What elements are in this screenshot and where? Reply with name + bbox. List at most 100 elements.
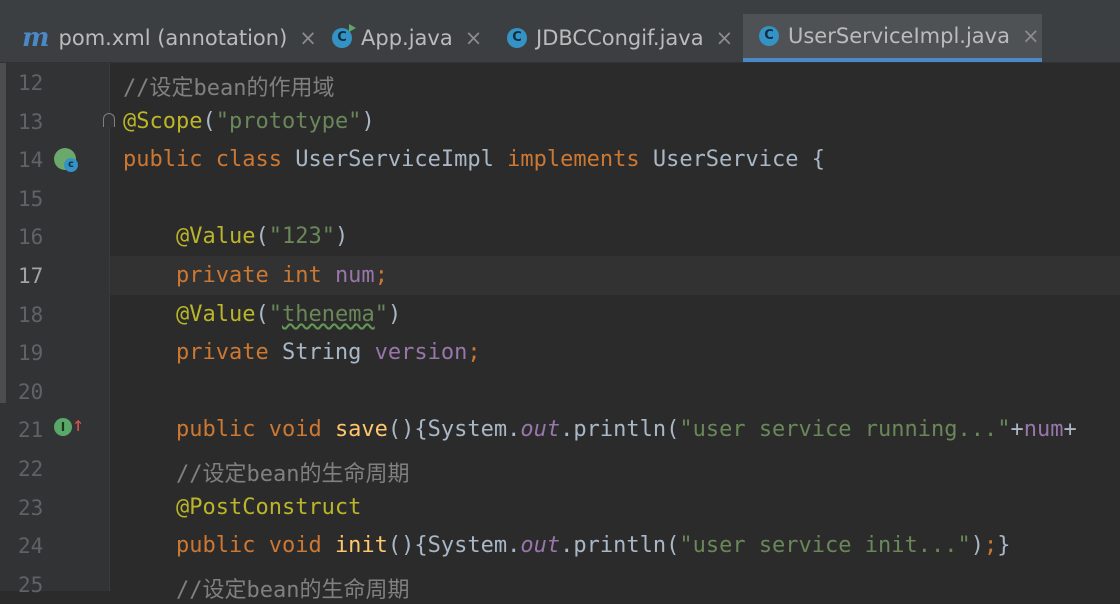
code-token: @PostConstruct [175, 494, 362, 520]
close-icon[interactable]: × [716, 26, 734, 50]
code-line[interactable]: 24 public void init(){System.out.println… [0, 526, 1120, 565]
code-token: .println( [560, 417, 680, 443]
code-token: out [520, 533, 561, 559]
tab-label: pom.xml (annotation) [58, 26, 288, 50]
code-token: ( [255, 301, 269, 327]
code-token: " [374, 301, 388, 327]
code-token: "user service init..." [679, 533, 971, 559]
code-token: ; [374, 263, 388, 288]
code-line[interactable]: 25 //设定bean的生命周期 [0, 565, 1120, 604]
code-editor[interactable]: 12 //设定bean的作用域 13 @Scope("prototype") 14 pub… [0, 63, 1120, 603]
code-token: num [334, 263, 375, 288]
code-token: ) [361, 108, 375, 134]
class-icon: C [507, 28, 527, 48]
code-token: ) [970, 533, 984, 559]
code-line[interactable]: 19 private String version; [0, 333, 1120, 372]
line-number[interactable]: 14 [18, 148, 43, 172]
code-token: String [281, 340, 375, 366]
code-line[interactable]: 17 private int num; [0, 256, 1120, 295]
code-line[interactable]: 20 [0, 372, 1120, 411]
code-token: UserService { [652, 147, 826, 173]
code-token: ) [334, 224, 349, 250]
code-token: "prototype" [215, 108, 362, 134]
maven-icon: m [22, 23, 50, 53]
tab-jdbccongif-java[interactable]: C JDBCCongif.java × [493, 14, 743, 62]
code-token: //设定bean的生命周期 [175, 462, 410, 487]
code-token: void [268, 533, 335, 559]
implements-method-icon[interactable]: I [54, 418, 72, 437]
line-number[interactable]: 20 [18, 380, 43, 404]
code-text[interactable]: //设定bean的生命周期 [123, 456, 409, 488]
line-number[interactable]: 22 [18, 457, 43, 481]
code-token: + [1010, 417, 1024, 443]
editor-tab-bar: m pom.xml (annotation) × C App.java × C … [0, 14, 1120, 63]
arrow-up-icon[interactable]: ↑ [72, 414, 84, 434]
line-number[interactable]: 25 [18, 573, 43, 597]
code-token: } [997, 533, 1011, 559]
line-number[interactable]: 18 [18, 303, 43, 327]
line-number[interactable]: 24 [18, 534, 43, 558]
code-line[interactable]: 23 @PostConstruct [0, 488, 1120, 527]
line-number[interactable]: 12 [18, 71, 43, 95]
line-number[interactable]: 15 [18, 187, 43, 211]
code-text[interactable]: public class UserServiceImpl implements … [123, 147, 825, 172]
code-token: (){System. [387, 533, 521, 559]
code-text[interactable]: @Scope("prototype") [123, 109, 375, 134]
tab-app-java[interactable]: C App.java × [318, 14, 493, 62]
code-line[interactable]: 15 [0, 179, 1120, 218]
code-text[interactable]: private String version; [123, 340, 481, 365]
code-token: " [268, 301, 282, 327]
code-line[interactable]: 12 //设定bean的作用域 [0, 63, 1120, 102]
code-token: ( [255, 224, 269, 250]
code-text[interactable]: //设定bean的生命周期 [123, 572, 409, 604]
code-line[interactable]: 14 public class UserServiceImpl implement… [0, 140, 1120, 179]
tab-pom-xml[interactable]: m pom.xml (annotation) × [0, 14, 318, 62]
line-number[interactable]: 19 [18, 341, 43, 365]
code-token: init [334, 533, 388, 559]
code-line[interactable]: 18 @Value("thenema") [0, 295, 1120, 334]
line-number[interactable]: 13 [18, 110, 43, 134]
tab-userserviceimpl-java[interactable]: C UserServiceImpl.java × [743, 14, 1042, 62]
code-token: @Value [175, 224, 256, 250]
code-token: //设定bean的作用域 [123, 76, 335, 101]
code-text[interactable]: @Value("thenema") [123, 302, 401, 327]
code-token: ) [387, 301, 402, 327]
code-token: ( [202, 108, 216, 134]
code-text[interactable]: public void init(){System.out.println("u… [123, 533, 1011, 558]
code-token: + [1063, 417, 1077, 443]
code-token: implements [507, 147, 653, 173]
code-token: int [281, 263, 335, 288]
fold-icon[interactable] [103, 112, 115, 127]
line-number[interactable]: 23 [18, 496, 43, 520]
code-token: .println( [560, 533, 680, 559]
code-token: thenema [281, 301, 375, 327]
code-token: "user service running..." [679, 417, 1011, 443]
tab-label: UserServiceImpl.java [788, 24, 1010, 48]
code-token: "123" [268, 224, 335, 250]
close-icon[interactable]: × [299, 26, 317, 50]
line-number[interactable]: 21 [18, 418, 43, 442]
code-text[interactable]: @PostConstruct [123, 495, 361, 520]
code-token: num [1023, 417, 1064, 443]
code-line[interactable]: 22 //设定bean的生命周期 [0, 449, 1120, 488]
code-line[interactable]: 13 @Scope("prototype") [0, 102, 1120, 141]
close-icon[interactable]: × [465, 26, 483, 50]
code-token: ; [467, 340, 481, 366]
code-text[interactable]: private int num; [123, 263, 388, 288]
code-line[interactable]: 16 @Value("123") [0, 217, 1120, 256]
line-number[interactable]: 16 [18, 225, 43, 249]
code-text[interactable]: @Value("123") [123, 224, 348, 249]
code-token: ; [984, 533, 998, 559]
line-number[interactable]: 17 [18, 264, 43, 288]
code-line[interactable]: 21 public void save(){System.out.println… [0, 410, 1120, 449]
code-text[interactable]: public void save(){System.out.println("u… [123, 417, 1077, 442]
code-text[interactable]: //设定bean的作用域 [123, 70, 334, 102]
close-icon[interactable]: × [1022, 24, 1040, 48]
spring-bean-icon[interactable]: c [54, 148, 78, 173]
